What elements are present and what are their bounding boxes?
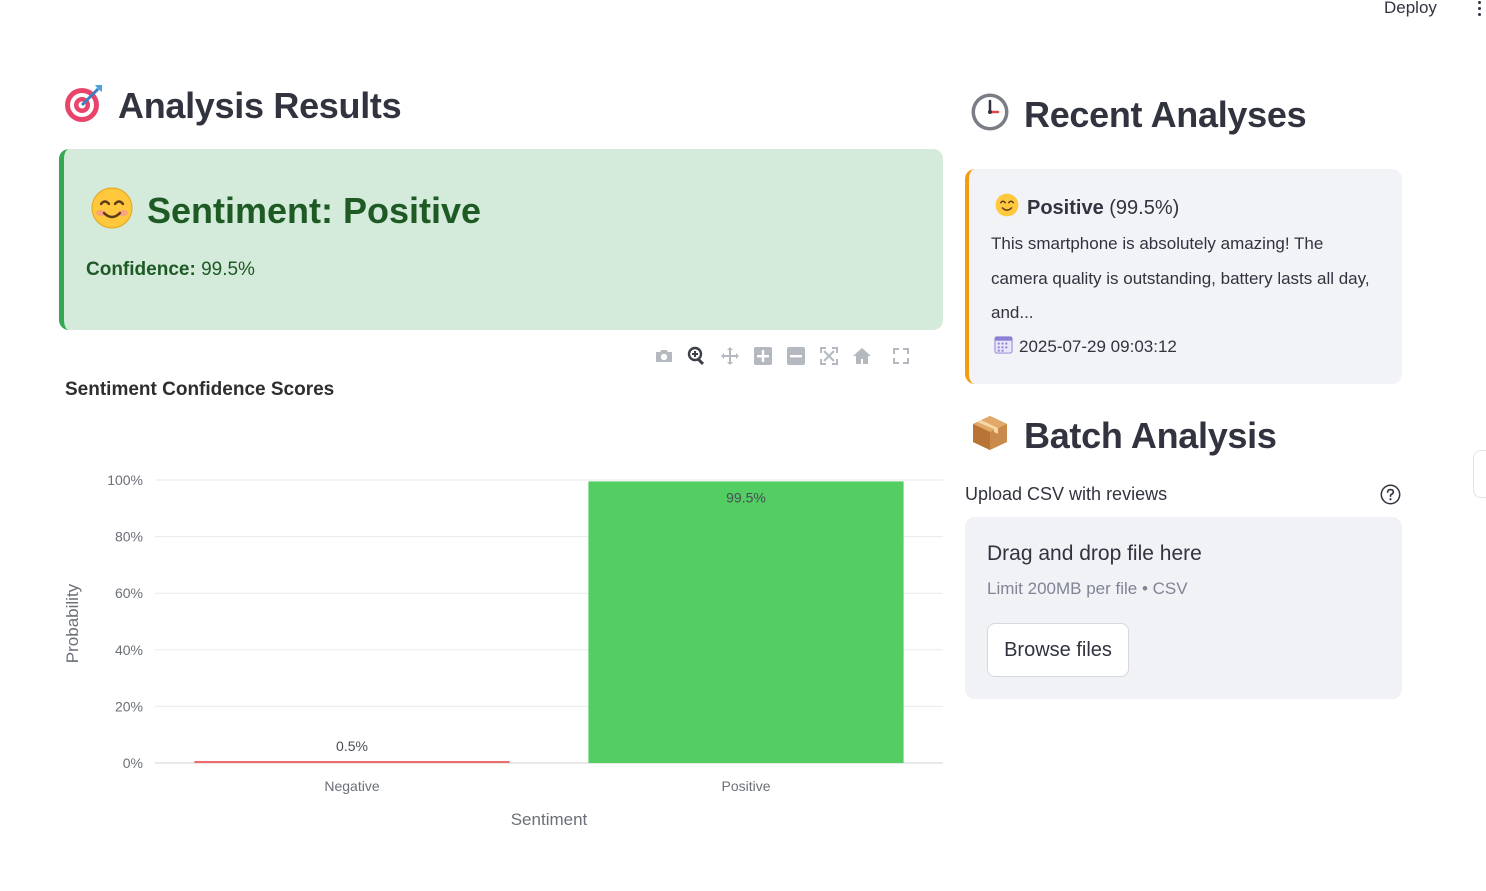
- zoom-icon[interactable]: [685, 344, 709, 368]
- results-title: Analysis Results: [118, 84, 402, 126]
- data-label: 0.5%: [336, 738, 368, 754]
- y-tick-label: 0%: [123, 755, 143, 771]
- y-tick-label: 60%: [115, 585, 143, 601]
- y-tick-label: 100%: [107, 472, 143, 488]
- sidebar-collapse-handle[interactable]: [1473, 450, 1486, 498]
- smiling-face-icon: [995, 193, 1019, 223]
- clock-icon: [970, 92, 1010, 137]
- dropzone-title: Drag and drop file here: [987, 542, 1202, 565]
- target-icon: [62, 82, 104, 129]
- dropzone-limit: Limit 200MB per file • CSV: [987, 579, 1188, 598]
- zoom-in-icon[interactable]: [751, 344, 775, 368]
- pan-icon[interactable]: [718, 344, 742, 368]
- x-axis-title: Sentiment: [511, 810, 588, 829]
- data-label: 99.5%: [726, 489, 766, 505]
- confidence-line: Confidence: 99.5%: [86, 259, 255, 281]
- upload-label: Upload CSV with reviews: [965, 484, 1168, 504]
- y-tick-label: 80%: [115, 529, 143, 545]
- recent-review-text: This smartphone is absolutely amazing! T…: [991, 234, 1370, 322]
- bar: [588, 481, 904, 763]
- y-axis-title: Probability: [63, 583, 82, 663]
- sentiment-result-card: Sentiment: Positive Confidence: 99.5%: [59, 149, 943, 330]
- chart-title: Sentiment Confidence Scores: [65, 379, 335, 400]
- camera-icon[interactable]: [652, 344, 676, 368]
- batch-title: Batch Analysis: [1024, 414, 1277, 456]
- calendar-icon: [994, 335, 1013, 359]
- results-header: Analysis Results: [62, 82, 402, 129]
- recent-sentiment-score: (99.5%): [1109, 196, 1180, 219]
- recent-sentiment-label: Positive: [1027, 196, 1104, 219]
- autoscale-icon[interactable]: [817, 344, 841, 368]
- fullscreen-icon[interactable]: [889, 344, 913, 368]
- deploy-button[interactable]: Deploy: [1378, 0, 1443, 20]
- confidence-value: 99.5%: [201, 259, 255, 280]
- recent-title: Recent Analyses: [1024, 93, 1307, 135]
- package-icon: [970, 413, 1010, 458]
- x-tick-label: Positive: [721, 778, 770, 794]
- file-dropzone[interactable]: Drag and drop file here Limit 200MB per …: [965, 517, 1402, 699]
- y-tick-label: 40%: [115, 642, 143, 658]
- zoom-out-icon[interactable]: [784, 344, 808, 368]
- x-tick-label: Negative: [324, 778, 379, 794]
- smiling-face-icon: [91, 187, 133, 234]
- confidence-label: Confidence:: [86, 259, 196, 280]
- recent-analysis-card: Positive (99.5%) This smartphone is abso…: [965, 169, 1402, 384]
- reset-axes-icon[interactable]: [850, 344, 874, 368]
- y-tick-label: 20%: [115, 698, 143, 714]
- sentiment-label: Sentiment: Positive: [147, 189, 482, 231]
- browse-files-button[interactable]: Browse files: [987, 623, 1129, 677]
- main-menu-icon[interactable]: [1472, 0, 1486, 18]
- help-icon[interactable]: [1380, 484, 1401, 505]
- recent-date: 2025-07-29 09:03:12: [1019, 337, 1177, 356]
- recent-header: Recent Analyses: [970, 92, 1307, 137]
- bar: [194, 761, 510, 763]
- chart-toolbar: [652, 344, 922, 368]
- confidence-bar-chart: 0% 20% 40% 60% 80% 100% 0.5% Negative 99.5% Posit…: [63, 472, 943, 829]
- batch-header: Batch Analysis: [970, 413, 1277, 458]
